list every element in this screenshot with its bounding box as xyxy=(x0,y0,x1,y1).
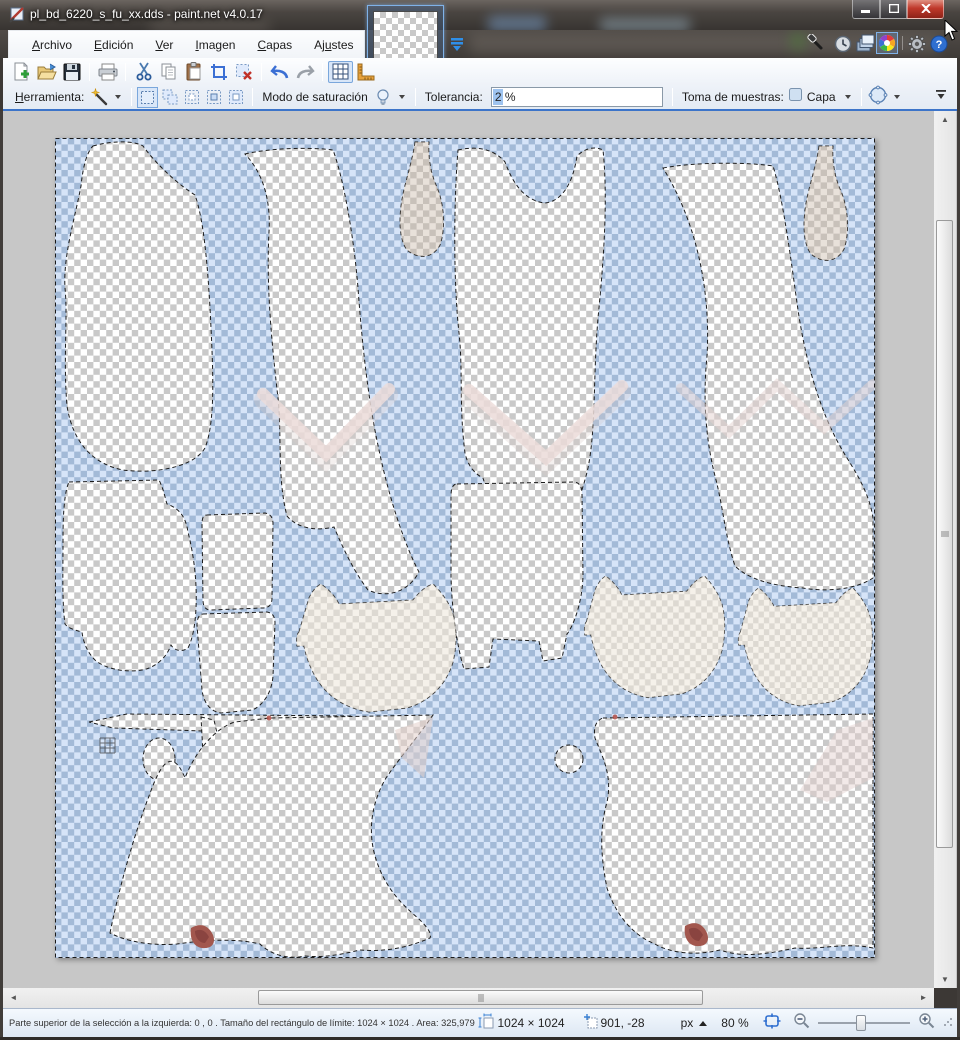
tool-options-bar: Herramienta: Modo de saturación Toleranc… xyxy=(3,85,957,109)
antialias-dropdown-arrow[interactable] xyxy=(894,95,900,99)
menu-edicion[interactable]: Edición xyxy=(83,34,144,56)
history-window-icon[interactable] xyxy=(832,33,854,55)
scroll-right-arrow[interactable]: ► xyxy=(915,988,932,1008)
sampling-dropdown-arrow[interactable] xyxy=(845,95,851,99)
selection-info-text: Parte superior de la selección a la izqu… xyxy=(9,1018,478,1028)
copy-icon[interactable] xyxy=(156,61,181,83)
sampling-label: Toma de muestras: xyxy=(682,90,784,104)
glass-blur-blob xyxy=(790,32,806,50)
toolbar-separator xyxy=(672,88,673,106)
flood-mode-bulb-icon[interactable] xyxy=(372,86,394,108)
menu-archivo[interactable]: Archivo xyxy=(21,34,83,56)
selection-mode-xor[interactable] xyxy=(225,87,246,108)
svg-text:?: ? xyxy=(936,39,943,51)
flood-mode-dropdown-arrow[interactable] xyxy=(399,95,405,99)
horizontal-scrollbar[interactable]: ◄ ► xyxy=(3,988,934,1008)
zoom-slider[interactable] xyxy=(818,1014,908,1032)
toolbar-separator xyxy=(252,88,253,106)
units-dropdown-arrow[interactable] xyxy=(699,1021,707,1026)
toolbar-separator xyxy=(322,63,323,81)
toolbar-separator xyxy=(261,63,262,81)
layers-window-icon[interactable] xyxy=(854,33,876,55)
scroll-left-arrow[interactable]: ◄ xyxy=(5,988,22,1008)
open-file-icon[interactable] xyxy=(34,61,59,83)
new-document-icon[interactable] xyxy=(9,61,34,83)
window-title: pl_bd_6220_s_fu_xx.dds - paint.net v4.0.… xyxy=(30,7,263,21)
grid-toggle-icon[interactable] xyxy=(328,61,353,83)
canvas-workspace[interactable] xyxy=(3,111,957,988)
tool-label: Herramienta: xyxy=(15,90,84,104)
toolbar-separator xyxy=(89,63,90,81)
toolbar-overflow-icon[interactable] xyxy=(935,88,947,106)
glass-blur-blob xyxy=(600,18,690,30)
zoom-to-window-icon[interactable] xyxy=(763,1013,781,1034)
menu-capas[interactable]: Capas xyxy=(246,34,303,56)
minimize-button[interactable] xyxy=(852,0,880,19)
glass-blur-blob xyxy=(488,16,546,30)
selection-mode-subtract[interactable] xyxy=(181,87,202,108)
horizontal-scroll-thumb[interactable] xyxy=(258,990,703,1005)
save-icon[interactable] xyxy=(59,61,84,83)
vertical-scroll-thumb[interactable] xyxy=(936,220,953,848)
title-bar[interactable]: pl_bd_6220_s_fu_xx.dds - paint.net v4.0.… xyxy=(0,0,960,30)
deselect-icon[interactable] xyxy=(231,61,256,83)
toolbar-separator xyxy=(125,63,126,81)
glass-blur-blob xyxy=(150,20,270,30)
menu-bar: Archivo Edición Ver Imagen Capas Ajustes… xyxy=(8,30,365,58)
paintnet-app-icon xyxy=(9,6,26,23)
toolbar-separator xyxy=(861,88,862,106)
status-bar: Parte superior de la selección a la izqu… xyxy=(3,1008,957,1037)
maximize-button[interactable] xyxy=(880,0,907,19)
zoom-level-value: 80 % xyxy=(721,1016,748,1030)
flood-mode-label: Modo de saturación xyxy=(262,90,367,104)
main-toolbar xyxy=(3,58,957,85)
image-list-chevron-icon[interactable] xyxy=(449,38,465,52)
image-size-icon xyxy=(478,1013,495,1034)
ruler-toggle-icon[interactable] xyxy=(353,61,378,83)
scroll-up-arrow[interactable]: ▲ xyxy=(934,111,956,128)
toolbar-separator xyxy=(415,88,416,106)
tolerance-label: Tolerancia: xyxy=(425,90,483,104)
texture-image-with-selection xyxy=(55,138,875,958)
undo-icon[interactable] xyxy=(267,61,292,83)
selection-mode-intersect[interactable] xyxy=(203,87,224,108)
crop-icon[interactable] xyxy=(206,61,231,83)
close-button[interactable] xyxy=(907,0,944,19)
settings-gear-icon[interactable] xyxy=(906,33,928,55)
redo-icon[interactable] xyxy=(292,61,317,83)
scroll-down-arrow[interactable]: ▼ xyxy=(934,971,956,988)
magic-wand-icon[interactable] xyxy=(88,86,110,108)
resize-grip[interactable] xyxy=(943,1014,953,1032)
colors-window-icon[interactable] xyxy=(876,32,898,54)
tool-dropdown-arrow[interactable] xyxy=(115,95,121,99)
menu-ver[interactable]: Ver xyxy=(144,34,184,56)
menu-imagen[interactable]: Imagen xyxy=(184,34,246,56)
print-icon[interactable] xyxy=(95,61,120,83)
tools-window-icon[interactable] xyxy=(806,33,828,55)
selection-mode-replace[interactable] xyxy=(137,87,158,108)
toolbar-separator xyxy=(131,88,132,106)
mouse-cursor xyxy=(944,20,959,42)
zoom-out-icon[interactable] xyxy=(793,1012,810,1034)
antialias-icon[interactable] xyxy=(867,84,889,111)
cut-icon[interactable] xyxy=(131,61,156,83)
vertical-scrollbar[interactable]: ▲ ▼ xyxy=(934,111,956,988)
paintnet-window: pl_bd_6220_s_fu_xx.dds - paint.net v4.0.… xyxy=(0,0,960,1040)
tolerance-slider[interactable]: 2 % xyxy=(491,87,663,107)
sampling-value: Capa xyxy=(807,90,836,104)
paste-icon[interactable] xyxy=(181,61,206,83)
zoom-slider-thumb[interactable] xyxy=(856,1015,866,1031)
image-canvas[interactable] xyxy=(55,138,875,958)
zoom-in-icon[interactable] xyxy=(918,1012,935,1034)
image-size-value: 1024 × 1024 xyxy=(497,1016,564,1030)
selection-mode-union[interactable] xyxy=(159,87,180,108)
window-border-left xyxy=(0,111,3,1040)
tolerance-value: 2 % xyxy=(495,90,516,104)
menu-ajustes[interactable]: Ajustes xyxy=(303,34,364,56)
sampling-layer-icon[interactable] xyxy=(788,87,803,107)
units-value[interactable]: px xyxy=(681,1016,694,1030)
icon-separator xyxy=(902,36,903,50)
cursor-position-value: 901, -28 xyxy=(601,1016,645,1030)
cursor-position-icon xyxy=(583,1013,599,1034)
